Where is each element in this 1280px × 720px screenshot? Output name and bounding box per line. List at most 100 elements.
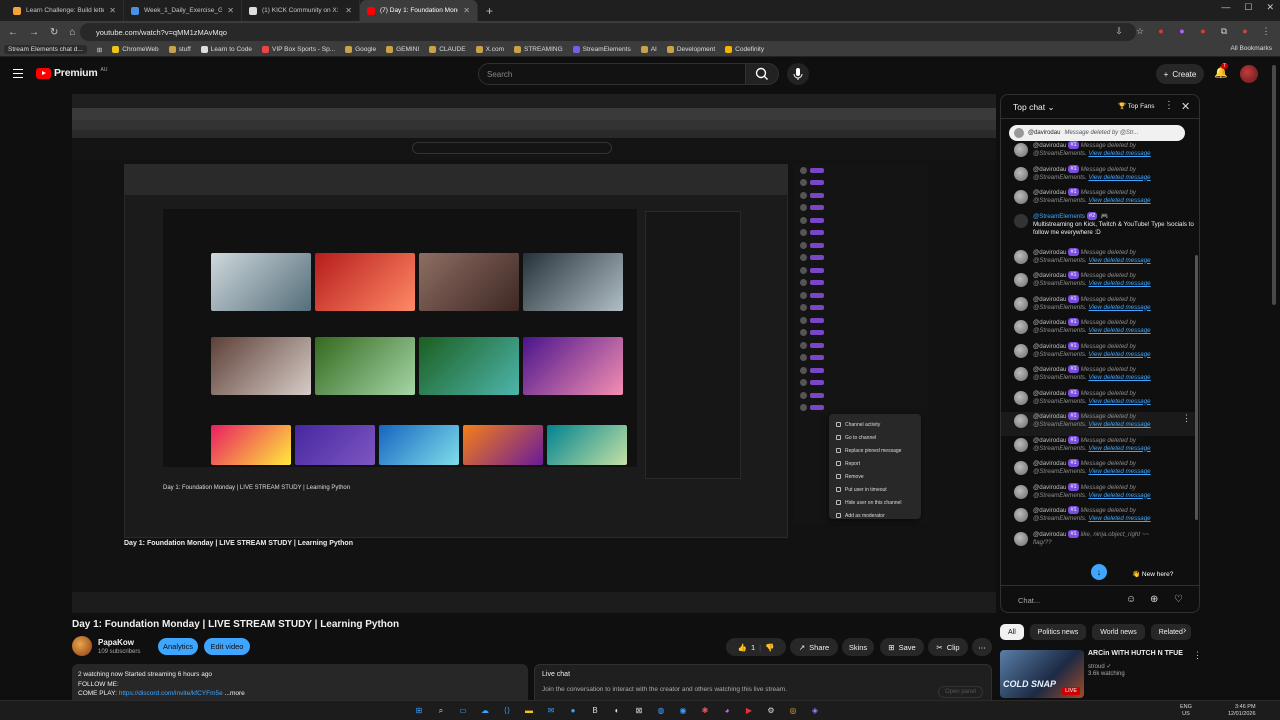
search-icon[interactable]: ⌕ bbox=[433, 703, 449, 718]
view-deleted-link[interactable]: View deleted message bbox=[1088, 257, 1150, 264]
bookmark-item[interactable]: Codefinity bbox=[725, 46, 764, 53]
chevron-right-icon[interactable]: › bbox=[1183, 625, 1186, 636]
bookmark-item[interactable]: stuff bbox=[168, 46, 191, 53]
view-deleted-link[interactable]: View deleted message bbox=[1088, 492, 1150, 499]
chat-message[interactable]: @davirodau #1 Message deleted by @StreamEle… bbox=[1001, 459, 1197, 483]
search-button[interactable] bbox=[745, 63, 779, 85]
menu-icon[interactable] bbox=[13, 69, 23, 78]
related-video-title[interactable]: ARCin WITH HUTCH N TFUE bbox=[1088, 650, 1183, 657]
app-icon[interactable]: ◕ bbox=[719, 703, 735, 718]
account-avatar[interactable] bbox=[1240, 65, 1258, 83]
bookmark-item[interactable]: StreamElements bbox=[572, 46, 631, 53]
chat-message[interactable]: @davirodau #1 Message deleted by @StreamEle… bbox=[1001, 388, 1197, 413]
extension-icon[interactable]: ● bbox=[1176, 24, 1188, 38]
super-chat-icon[interactable]: ⊕ bbox=[1150, 594, 1158, 605]
video-player[interactable]: Day 1: Foundation Monday | LIVE STREAM S… bbox=[72, 94, 996, 613]
chip-all[interactable]: All bbox=[1000, 624, 1024, 640]
pinned-message[interactable]: @davirodau Message deleted by @Str... bbox=[1009, 125, 1185, 141]
discord-link[interactable]: https://discord.com/invite/kfCYFm5e bbox=[119, 690, 223, 697]
chat-message[interactable]: @davirodau #1 Message deleted by @StreamEle… bbox=[1001, 247, 1197, 272]
chat-message[interactable]: @davirodau #1 Message deleted by @StreamEle… bbox=[1001, 341, 1197, 366]
chat-message-hovered[interactable]: @davirodau #1 Message deleted by @StreamEle… bbox=[1001, 412, 1197, 436]
view-deleted-link[interactable]: View deleted message bbox=[1088, 304, 1150, 311]
chat-message[interactable]: @davirodau #1 Message deleted by @StreamEle… bbox=[1001, 294, 1197, 319]
chat-scrollbar[interactable] bbox=[1195, 255, 1198, 520]
app-icon[interactable]: ⚙ bbox=[763, 703, 779, 718]
profile-icon[interactable]: ● bbox=[1239, 24, 1251, 38]
edge-icon[interactable]: ◍ bbox=[653, 703, 669, 718]
related-video-thumbnail[interactable]: COLD SNAP LIVE bbox=[1000, 650, 1084, 698]
channel-avatar[interactable] bbox=[72, 636, 92, 656]
view-deleted-link[interactable]: View deleted message bbox=[1088, 468, 1150, 475]
view-deleted-link[interactable]: View deleted message bbox=[1088, 374, 1150, 381]
view-deleted-link[interactable]: View deleted message bbox=[1088, 515, 1150, 522]
app-icon[interactable]: ◐ bbox=[609, 703, 625, 718]
edit-video-button[interactable]: Edit video bbox=[204, 638, 250, 655]
chat-message[interactable]: @davirodau #1 Message deleted by @StreamEle… bbox=[1001, 141, 1197, 165]
page-scrollbar[interactable] bbox=[1272, 65, 1276, 305]
view-deleted-link[interactable]: View deleted message bbox=[1088, 398, 1150, 405]
view-deleted-link[interactable]: View deleted message bbox=[1088, 280, 1150, 287]
chat-message[interactable]: @davirodau #1 Message deleted by @StreamEle… bbox=[1001, 506, 1197, 530]
heart-icon[interactable]: ♡ bbox=[1174, 594, 1183, 605]
windows-start-icon[interactable]: ⊞ bbox=[411, 703, 427, 718]
chat-message[interactable]: @davirodau #1 Message deleted by @StreamEle… bbox=[1001, 365, 1197, 389]
chat-message-streamelements[interactable]: @StreamElements #2 🎮 Multistreaming on Kic… bbox=[1001, 211, 1197, 248]
emoji-icon[interactable]: ☺ bbox=[1126, 594, 1136, 605]
analytics-button[interactable]: Analytics bbox=[158, 638, 198, 655]
view-deleted-link[interactable]: View deleted message bbox=[1088, 327, 1150, 334]
language-indicator[interactable]: ENG US bbox=[1180, 704, 1192, 717]
chrome-icon[interactable]: ◎ bbox=[785, 703, 801, 718]
top-fans-button[interactable]: 🏆 Top Fans bbox=[1118, 102, 1155, 110]
view-deleted-link[interactable]: View deleted message bbox=[1088, 445, 1150, 452]
close-icon[interactable]: ✕ bbox=[227, 6, 234, 15]
task-view-icon[interactable]: ▭ bbox=[455, 703, 471, 718]
related-more-icon[interactable]: ⋮ bbox=[1193, 650, 1202, 661]
browser-tab[interactable]: Learn Challenge: Build letter K ✕ bbox=[6, 0, 124, 21]
skins-button[interactable]: Skins bbox=[842, 638, 874, 656]
bookmark-item[interactable]: STREAMING bbox=[514, 46, 563, 53]
bookmark-item[interactable]: AI bbox=[640, 46, 657, 53]
system-clock[interactable]: 3:46 PM 12/01/2026 bbox=[1228, 704, 1256, 717]
chat-mode-dropdown[interactable]: Top chat ⌄ bbox=[1013, 102, 1055, 113]
share-button[interactable]: ↗ Share bbox=[790, 638, 838, 656]
view-deleted-link[interactable]: View deleted message bbox=[1088, 421, 1150, 428]
like-dislike-group[interactable]: 👍 1 | 👎 bbox=[726, 638, 786, 656]
file-explorer-icon[interactable]: ▬ bbox=[521, 703, 537, 718]
chat-input[interactable]: Chat... bbox=[1018, 596, 1040, 605]
app-icon[interactable]: B bbox=[587, 703, 603, 718]
close-icon[interactable]: ✕ bbox=[463, 6, 470, 15]
more-actions-button[interactable]: ⋯ bbox=[972, 638, 992, 656]
bookmark-item[interactable]: X.com bbox=[475, 46, 504, 53]
view-deleted-link[interactable]: View deleted message bbox=[1088, 351, 1150, 358]
like-icon[interactable]: 👍 bbox=[738, 643, 747, 652]
browser-tab[interactable]: (1) KICK Community on X: "@p ✕ bbox=[242, 0, 360, 21]
chat-message[interactable]: @davirodau #1 Message deleted by @StreamEle… bbox=[1001, 435, 1197, 460]
voice-search-button[interactable] bbox=[787, 63, 809, 85]
chip-politics-news[interactable]: Politics news bbox=[1029, 624, 1087, 640]
close-icon[interactable]: ✕ bbox=[345, 6, 352, 15]
search-input[interactable]: Search bbox=[478, 63, 746, 85]
view-deleted-link[interactable]: View deleted message bbox=[1088, 150, 1150, 157]
maximize-icon[interactable]: ☐ bbox=[1244, 2, 1252, 13]
menu-dots-icon[interactable]: ⋮ bbox=[1260, 24, 1272, 38]
bookmark-item[interactable]: VIP Box Sports - Sp... bbox=[262, 46, 335, 53]
home-icon[interactable]: ⌂ bbox=[69, 27, 75, 38]
close-icon[interactable]: ✕ bbox=[109, 6, 116, 15]
youtube-logo[interactable]: Premium AU bbox=[36, 67, 108, 79]
bookmark-item[interactable]: CLAUDE bbox=[429, 46, 466, 53]
extensions-puzzle-icon[interactable]: ⧉ bbox=[1218, 24, 1230, 38]
minimize-icon[interactable]: — bbox=[1221, 2, 1230, 13]
chat-message[interactable]: @davirodau #1 Message deleted by @StreamEle… bbox=[1001, 482, 1197, 507]
notifications-button[interactable]: 🔔 7 bbox=[1214, 63, 1228, 79]
extension-icon[interactable]: ● bbox=[1155, 24, 1167, 38]
scroll-down-button[interactable]: ↓ bbox=[1091, 564, 1107, 580]
vscode-icon[interactable]: ⟨⟩ bbox=[499, 703, 515, 718]
chip-world-news[interactable]: World news bbox=[1092, 624, 1145, 640]
message-menu-icon[interactable]: ⋮ bbox=[1182, 414, 1191, 423]
address-bar[interactable]: youtube.com/watch?v=qMM1zMAvMqo bbox=[80, 23, 1136, 41]
close-chat-icon[interactable]: ✕ bbox=[1181, 100, 1190, 113]
bookmark-item[interactable]: ChromeWeb bbox=[112, 46, 159, 53]
all-bookmarks[interactable]: All Bookmarks bbox=[1230, 45, 1272, 52]
save-button[interactable]: ⊞ Save bbox=[880, 638, 924, 656]
